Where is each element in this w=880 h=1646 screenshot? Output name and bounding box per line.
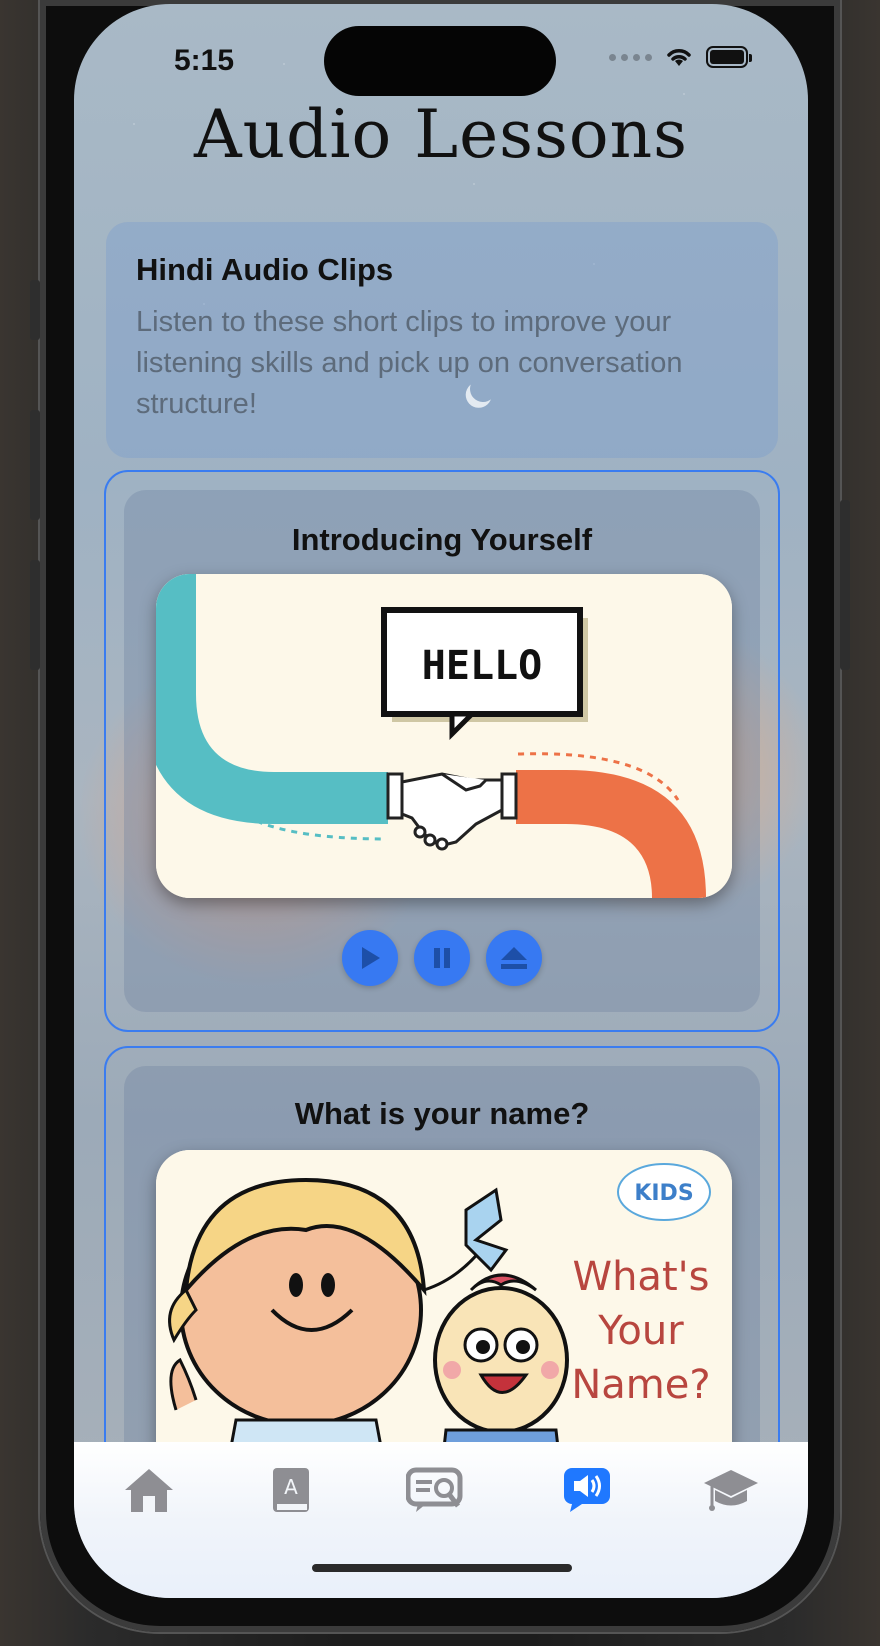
- kids-logo-text: KIDS: [634, 1181, 693, 1206]
- lesson-thumbnail: KIDS What's Your Name?: [156, 1150, 732, 1474]
- tab-bar: A: [74, 1442, 808, 1598]
- battery-icon: [706, 46, 752, 68]
- speech-bubble-text: HELLO: [422, 643, 542, 689]
- status-time: 5:15: [174, 44, 235, 77]
- page-title: Audio Lessons: [194, 96, 688, 173]
- graduation-cap-icon: [704, 1470, 758, 1511]
- pause-button[interactable]: [414, 930, 470, 986]
- play-icon: [362, 947, 380, 969]
- playback-controls: [106, 930, 778, 986]
- wifi-icon: [667, 49, 691, 66]
- handshake-illustration: HELLO: [156, 574, 732, 898]
- cartoon-illustration: KIDS What's Your Name?: [156, 1150, 732, 1474]
- status-icons: [609, 46, 752, 68]
- side-button: [840, 500, 850, 670]
- search-chat-icon: [406, 1467, 463, 1512]
- side-button: [30, 560, 40, 670]
- dictionary-icon: A: [273, 1468, 309, 1512]
- lesson-title: Introducing Yourself: [291, 522, 593, 557]
- lesson-title: What is your name?: [294, 1096, 590, 1131]
- eject-button[interactable]: [486, 930, 542, 986]
- audio-lessons-icon: [564, 1468, 610, 1512]
- home-icon: [125, 1469, 173, 1512]
- home-indicator: [312, 1564, 572, 1572]
- dynamic-island: [324, 26, 556, 96]
- intro-card: Hindi Audio Clips Listen to these short …: [106, 222, 778, 458]
- lesson-card[interactable]: Introducing Yourself HELLO: [104, 470, 780, 1032]
- tab-learn[interactable]: [696, 1460, 766, 1520]
- intro-title: Hindi Audio Clips: [136, 252, 394, 287]
- signal-dots-icon: [609, 53, 652, 61]
- svg-text:A: A: [284, 1475, 298, 1499]
- tab-home[interactable]: [114, 1460, 184, 1520]
- tab-practice[interactable]: [400, 1460, 470, 1520]
- lesson-thumbnail: HELLO: [156, 574, 732, 898]
- intro-description: Listen to these short clips to improve y…: [136, 306, 683, 420]
- side-button: [30, 280, 40, 340]
- pause-icon: [434, 948, 450, 968]
- play-button[interactable]: [342, 930, 398, 986]
- tab-dictionary[interactable]: A: [256, 1460, 326, 1520]
- eject-icon: [501, 947, 527, 969]
- tab-audio-lessons[interactable]: [552, 1460, 622, 1520]
- thumbnail-caption: What's Your Name?: [571, 1254, 711, 1408]
- side-button: [30, 410, 40, 520]
- app-screen: 5:15 Audio Lessons Hindi Audio Clips Lis…: [74, 4, 808, 1598]
